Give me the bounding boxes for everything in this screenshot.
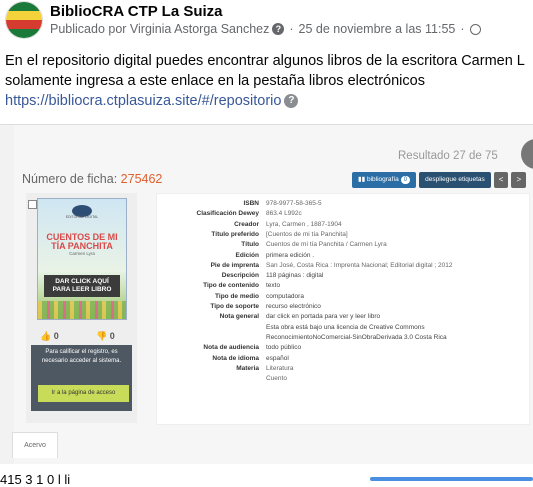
metadata-row: ReconocimientoNoComercial-SinObraDerivad… — [157, 333, 529, 343]
metadata-table: ISBN 978-9977-58-365-5 Clasificación Dewey… — [156, 193, 530, 425]
despliegue-etiquetas-button[interactable]: despliegue etiquetas — [419, 172, 491, 188]
metadata-value: Lyra, Carmen , 1887-1904 — [266, 220, 342, 228]
cover-flowers — [38, 301, 126, 319]
metadata-label: Nota de audiencia — [203, 344, 259, 352]
published-by[interactable]: Publicado por Virginia Astorga Sanchez — [50, 22, 269, 36]
help-icon[interactable]: ? — [284, 94, 299, 109]
metadata-value: Literatura — [266, 364, 294, 372]
metadata-value: ReconocimientoNoComercial-SinObraDerivad… — [266, 333, 447, 341]
metadata-value: todo público — [266, 344, 302, 352]
select-checkbox[interactable] — [28, 200, 37, 209]
metadata-row: Nota de audiencia todo público — [157, 343, 529, 353]
metadata-row: Tipo de contenido texto — [157, 281, 529, 291]
separator-dot: · — [289, 22, 294, 36]
metadata-value: 863.4 L992c — [266, 210, 302, 218]
metadata-label: Clasificación Dewey — [196, 210, 260, 218]
metadata-value: [Cuentos de mi tía Panchita] — [266, 230, 348, 238]
metadata-label: Tipo de medio — [215, 292, 259, 300]
metadata-label: ISBN — [243, 200, 259, 207]
post-byline: Publicado por Virginia Astorga Sanchez ?… — [50, 22, 481, 36]
metadata-row: Nota general dar click en portada para ve… — [157, 312, 529, 322]
notice-text: Para calificar el registro, es necesario… — [41, 349, 122, 364]
metadata-label: Tipo de contenido — [203, 282, 259, 290]
metadata-row: Título Cuentos de mi tía Panchita / Carme… — [157, 240, 529, 250]
metadata-row: Clasificación Dewey 863.4 L992c — [157, 209, 529, 219]
metadata-value: español — [266, 354, 289, 362]
metadata-row: ISBN 978-9977-58-365-5 — [157, 199, 529, 209]
cover-publisher: EDITORIAL DIGITAL — [65, 215, 99, 219]
cut-off-text: 415 3 1 0 l li — [0, 472, 71, 487]
metadata-label: Tipo de soporte — [210, 303, 259, 310]
ficha-number: Número de ficha: 275462 — [22, 172, 162, 186]
metadata-row: Tipo de medio computadora — [157, 292, 529, 302]
metadata-value: dar click en portada para ver y leer lib… — [266, 313, 381, 321]
edge-mask — [527, 0, 533, 124]
post-line-1: En el repositorio digital puedes encontr… — [5, 53, 525, 69]
next-button[interactable]: > — [511, 172, 527, 188]
chart-bars-icon: ▮▮ — [358, 176, 367, 183]
metadata-row: Título preferido [Cuentos de mi tía Panch… — [157, 230, 529, 240]
post-date[interactable]: 25 de noviembre a las 11:55 — [299, 22, 456, 36]
book-cover[interactable]: EDITORIAL DIGITAL CUENTOS DE MI TÍA PANCH… — [37, 198, 127, 320]
repositorio-link[interactable]: https://bibliocra.ctplasuiza.site/#/repo… — [5, 93, 281, 109]
separator-dot: · — [460, 22, 465, 36]
metadata-label: Edición — [235, 251, 259, 259]
metadata-value: 978-9977-58-365-5 — [266, 200, 322, 207]
post-body: En el repositorio digital puedes encontr… — [5, 51, 525, 111]
metadata-row: Pie de imprenta San José, Costa Rica : Im… — [157, 261, 529, 271]
metadata-row: Creador Lyra, Carmen , 1887-1904 — [157, 220, 529, 230]
globe-icon[interactable] — [469, 23, 481, 35]
metadata-value: texto — [266, 282, 281, 290]
bibliografia-button[interactable]: ▮▮ bibliografía 0 — [352, 172, 417, 188]
cover-author: Carmen Lyra — [69, 251, 95, 256]
ficha-value: 275462 — [120, 172, 163, 186]
thumb-up-icon[interactable]: 👍 0 — [40, 331, 59, 342]
metadata-label: Pie de imprenta — [210, 261, 259, 269]
metadata-label: Nota general — [219, 313, 259, 321]
metadata-value: Cuento — [266, 375, 287, 383]
metadata-value: Cuentos de mi tía Panchita / Carmen Lyra — [266, 241, 387, 249]
ficha-label: Número de ficha: — [22, 172, 118, 186]
info-icon[interactable]: ? — [272, 23, 285, 35]
metadata-row: Nota de idioma español — [157, 354, 529, 364]
bibliografia-count: 0 — [400, 176, 411, 184]
tab-acervo[interactable]: Acervo — [12, 432, 58, 458]
rating-notice: Para calificar el registro, es necesario… — [31, 345, 132, 411]
metadata-label: Materia — [236, 364, 259, 372]
cover-title: CUENTOS DE MI TÍA PANCHITA — [46, 232, 118, 251]
metadata-value: primera edición . — [266, 251, 315, 259]
post-line-2: solamente ingresa a este enlace en la pe… — [5, 73, 425, 89]
metadata-row: Descripción 118 páginas : digital — [157, 271, 529, 281]
page-name[interactable]: BiblioCRA CTP La Suiza — [50, 3, 223, 20]
login-button[interactable]: Ir a la página de acceso — [38, 385, 129, 402]
thumb-down-icon[interactable]: 👎 0 — [96, 331, 115, 342]
metadata-label: Título — [241, 241, 259, 249]
metadata-label: Título preferido — [211, 230, 259, 238]
prev-button[interactable]: < — [493, 172, 509, 188]
rating-thumbs: 👍 0 👎 0 — [40, 331, 120, 343]
metadata-value: San José, Costa Rica : Imprenta Nacional… — [266, 261, 453, 269]
metadata-row: Esta obra está bajo una licencia de Crea… — [157, 323, 529, 333]
metadata-value: computadora — [266, 292, 304, 300]
resultado-label: Resultado 27 de 75 — [398, 150, 498, 162]
metadata-value: 118 páginas : digital — [266, 272, 324, 280]
page-avatar[interactable] — [5, 1, 43, 39]
metadata-label: Creador — [234, 220, 259, 228]
metadata-row: Materia Literatura — [157, 364, 529, 374]
metadata-label: Nota de idioma — [212, 354, 259, 362]
bibliografia-label: bibliografía — [366, 176, 399, 183]
cover-read-button[interactable]: DAR CLICK AQUÍ PARA LEER LIBRO — [44, 275, 120, 297]
metadata-value: recurso electrónico — [266, 303, 321, 310]
metadata-row: Tipo de soporte recurso electrónico — [157, 302, 529, 312]
blue-bar — [370, 477, 533, 481]
metadata-value: Esta obra está bajo una licencia de Crea… — [266, 323, 425, 331]
metadata-row: Edición primera edición . — [157, 251, 529, 261]
metadata-row: Cuento — [157, 374, 529, 384]
catalog-toolbar: ▮▮ bibliografía 0 despliegue etiquetas < … — [352, 172, 527, 188]
metadata-label: Descripción — [221, 272, 259, 280]
